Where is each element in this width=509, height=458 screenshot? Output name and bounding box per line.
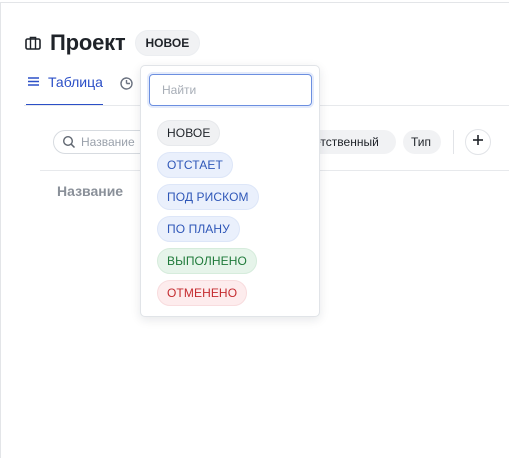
filter-divider xyxy=(453,130,454,154)
page-title: Проект xyxy=(50,30,126,55)
filter-type-chip[interactable]: Тип xyxy=(403,130,441,154)
tab-table[interactable]: Таблица xyxy=(26,72,103,106)
briefcase-icon xyxy=(24,34,42,52)
search-icon xyxy=(62,135,76,149)
status-option-at-risk[interactable]: ПОД РИСКОМ xyxy=(157,184,259,210)
tab-table-label: Таблица xyxy=(48,74,103,90)
list-icon xyxy=(26,74,41,89)
plus-icon xyxy=(471,133,485,152)
filter-type-label: Тип xyxy=(411,135,432,149)
search-field[interactable] xyxy=(53,130,153,154)
status-option-behind[interactable]: ОТСТАЕТ xyxy=(157,152,233,178)
dropdown-search-field[interactable] xyxy=(149,74,312,106)
status-badge[interactable]: НОВОЕ xyxy=(134,30,201,56)
add-filter-button[interactable] xyxy=(465,129,491,155)
clock-icon xyxy=(119,76,134,91)
status-option-new[interactable]: НОВОЕ xyxy=(157,120,221,146)
status-dropdown: НОВОЕ ОТСТАЕТ ПОД РИСКОМ ПО ПЛАНУ ВЫПОЛН… xyxy=(140,65,320,317)
view-tabs: Таблица xyxy=(26,72,157,106)
status-option-cancelled[interactable]: ОТМЕНЕНО xyxy=(157,280,248,306)
dropdown-search-input[interactable] xyxy=(162,83,302,97)
tab-timeline[interactable] xyxy=(119,72,141,94)
column-header-name[interactable]: Название xyxy=(57,183,123,199)
status-options-list: НОВОЕ ОТСТАЕТ ПОД РИСКОМ ПО ПЛАНУ ВЫПОЛН… xyxy=(157,120,259,312)
status-option-on-track[interactable]: ПО ПЛАНУ xyxy=(157,216,240,242)
status-option-done[interactable]: ВЫПОЛНЕНО xyxy=(157,248,257,274)
page-header: Проект НОВОЕ xyxy=(24,28,201,58)
